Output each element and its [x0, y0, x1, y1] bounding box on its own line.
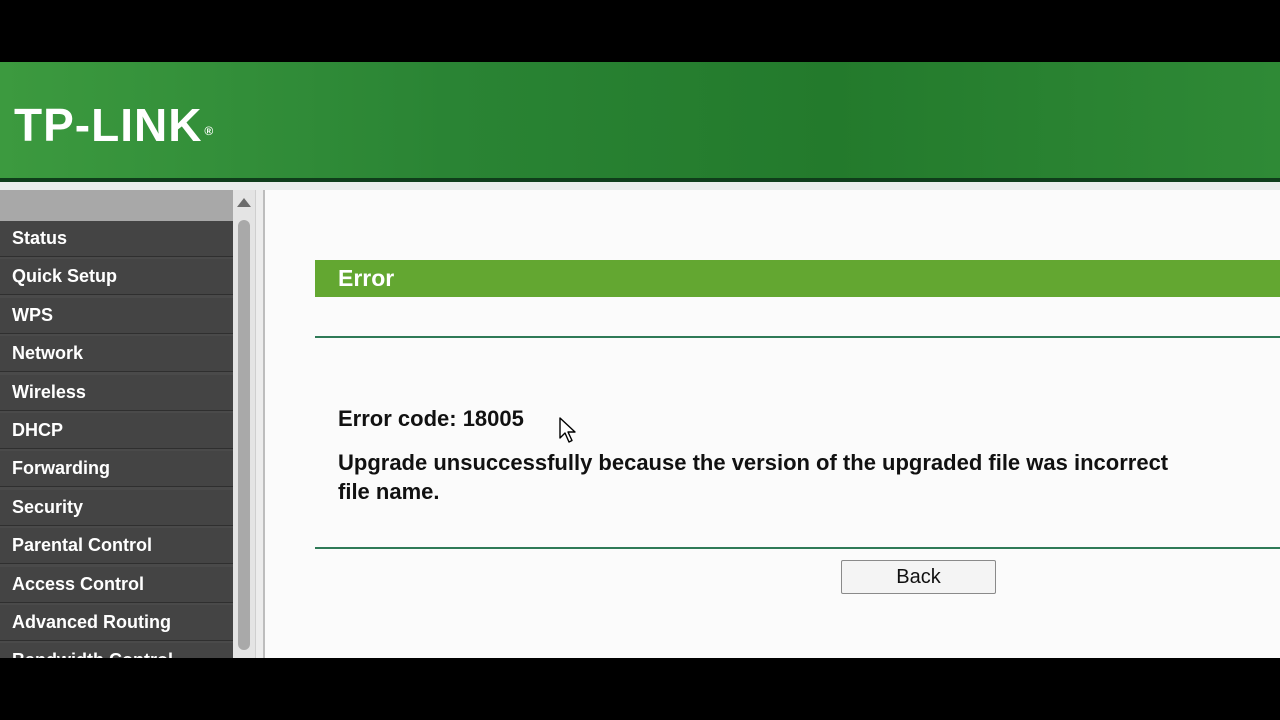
mouse-pointer-icon [559, 417, 576, 443]
sidebar-item-bandwidth-control[interactable]: Bandwidth Control [0, 643, 233, 658]
letterbox-top [0, 0, 1280, 62]
back-button[interactable]: Back [841, 560, 996, 594]
logo-text: TP-LINK [14, 99, 203, 151]
sidebar-item-dhcp[interactable]: DHCP [0, 412, 233, 449]
sidebar-item-status[interactable]: Status [0, 221, 233, 257]
sidebar-item-network[interactable]: Network [0, 336, 233, 373]
tp-link-logo: TP-LINK ® [14, 97, 214, 153]
sidebar-item-quick-setup[interactable]: Quick Setup [0, 259, 233, 296]
frame-divider[interactable] [255, 190, 265, 658]
page-title: Error [315, 260, 1280, 297]
scroll-up-arrow-icon[interactable] [237, 198, 251, 207]
header-gap [0, 182, 1280, 190]
sidebar-top-spacer [0, 190, 233, 221]
sidebar-item-parental-control[interactable]: Parental Control [0, 528, 233, 565]
error-message: Upgrade unsuccessfully because the versi… [338, 450, 1169, 504]
sidebar-item-wps[interactable]: WPS [0, 297, 233, 334]
error-code-text: Error code: 18005 [338, 406, 524, 431]
sidebar-scrollbar[interactable] [233, 190, 255, 658]
letterbox-bottom [0, 658, 1280, 720]
main-content: Error Error code: 18005 Upgrade unsucces… [265, 190, 1280, 658]
scroll-thumb[interactable] [238, 220, 250, 650]
bottom-divider [315, 547, 1280, 549]
sidebar-menu: Status Quick Setup WPS Network Wireless … [0, 190, 233, 658]
sidebar-item-advanced-routing[interactable]: Advanced Routing [0, 604, 233, 641]
sidebar-item-security[interactable]: Security [0, 489, 233, 526]
sidebar-item-forwarding[interactable]: Forwarding [0, 451, 233, 488]
registered-mark: ® [204, 124, 215, 138]
sidebar-item-wireless[interactable]: Wireless [0, 374, 233, 411]
top-divider [315, 336, 1280, 338]
sidebar-item-access-control[interactable]: Access Control [0, 566, 233, 603]
